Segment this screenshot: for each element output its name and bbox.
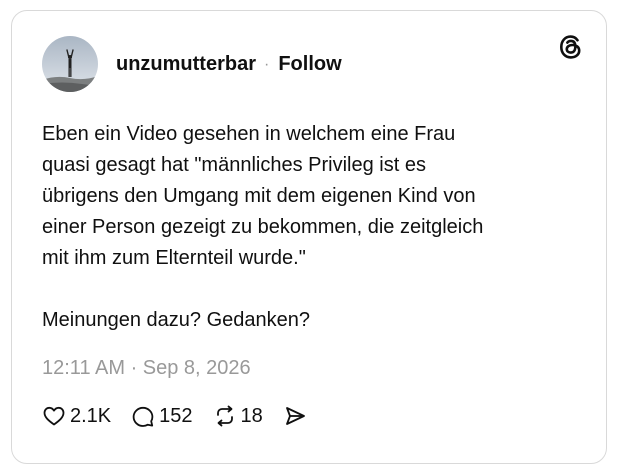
post-text-line: quasi gesagt hat "männliches Privileg is… <box>42 154 426 176</box>
post-timestamp[interactable]: 12:11 AM · Sep 8, 2026 <box>42 357 251 380</box>
post-body: Eben ein Video gesehen in welchem eine F… <box>42 119 562 336</box>
post-text-line: einer Person gezeigt zu bekommen, die ze… <box>42 216 484 238</box>
like-button[interactable]: 2.1K <box>42 404 111 428</box>
repost-icon <box>216 405 233 427</box>
reply-button[interactable]: 152 <box>131 404 193 428</box>
reply-count: 152 <box>159 404 193 427</box>
share-button[interactable] <box>283 404 311 428</box>
post-card: unzumutterbar · Follow Eben ein Video ge… <box>11 10 607 464</box>
repost-count: 18 <box>240 404 263 427</box>
send-icon <box>285 407 305 425</box>
username[interactable]: unzumutterbar <box>116 53 256 76</box>
separator-dot: · <box>264 55 270 73</box>
speech-bubble-icon <box>132 406 154 427</box>
follow-button[interactable]: Follow <box>278 53 341 76</box>
threads-logo-icon[interactable] <box>556 32 586 62</box>
like-count: 2.1K <box>70 404 112 427</box>
action-bar: 2.1K 152 18 <box>42 404 331 428</box>
post-text-line: übrigens den Umgang mit dem eigenen Kind… <box>42 185 476 207</box>
post-header: unzumutterbar · Follow <box>116 53 342 76</box>
repost-button[interactable]: 18 <box>213 404 263 428</box>
post-text-line: mit ihm zum Elternteil wurde." <box>42 247 306 269</box>
post-text-line: Eben ein Video gesehen in welchem eine F… <box>42 123 456 145</box>
avatar[interactable] <box>42 36 98 92</box>
heart-icon <box>43 406 65 426</box>
post-question: Meinungen dazu? Gedanken? <box>42 309 310 331</box>
